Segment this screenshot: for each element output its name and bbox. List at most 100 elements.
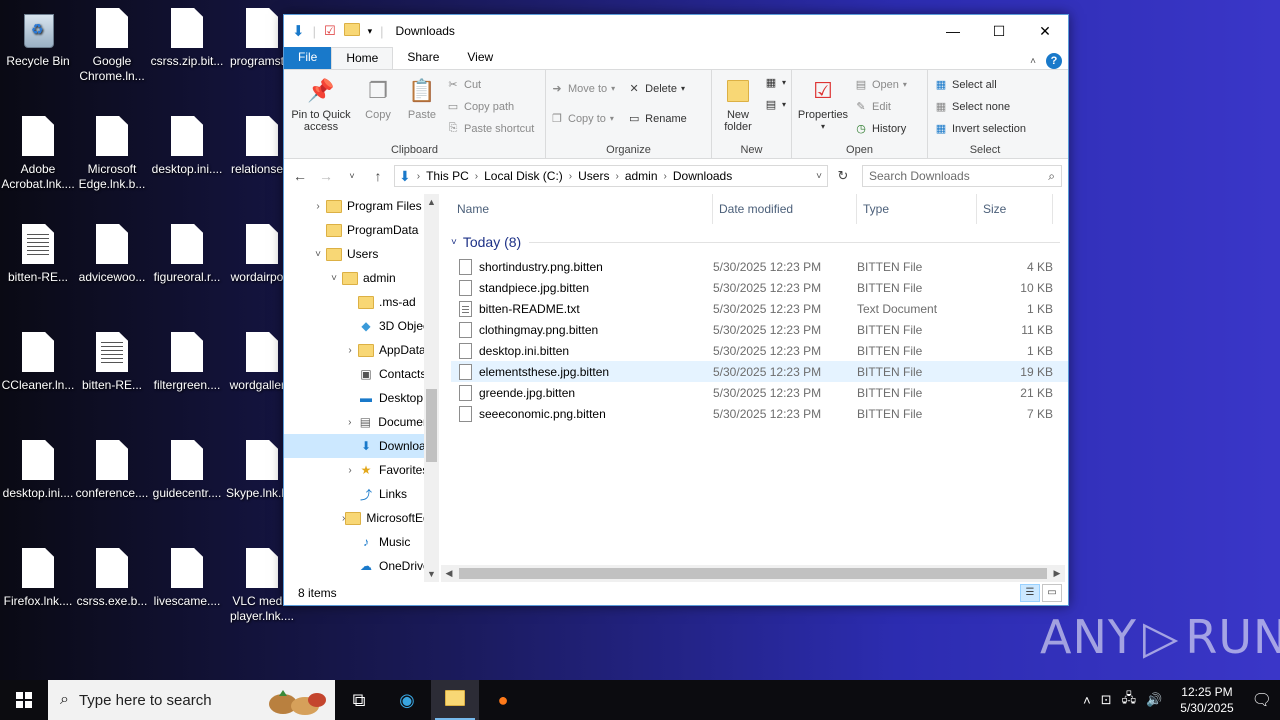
nav-item[interactable]: ◆ 3D Objects (284, 314, 439, 338)
desktop-icon[interactable]: Microsoft Edge.lnk.b... (74, 116, 150, 192)
file-row[interactable]: seeeconomic.png.bitten 5/30/2025 12:23 PM… (451, 403, 1068, 424)
tab-file[interactable]: File (284, 47, 332, 69)
nav-item[interactable]: ˅ Users (284, 242, 439, 266)
desktop-icon[interactable]: CCleaner.ln... (0, 332, 76, 393)
nav-item[interactable]: › AppData (284, 338, 439, 362)
address-dropdown-icon[interactable]: ˅ (811, 171, 827, 182)
column-type[interactable]: Type (857, 194, 977, 224)
new-folder-qat-icon[interactable] (343, 23, 360, 39)
desktop-icon[interactable]: figureoral.r... (149, 224, 225, 285)
edge-taskbar-button[interactable]: ◉ (383, 680, 431, 720)
desktop-icon[interactable]: conference.... (74, 440, 150, 501)
firefox-taskbar-button[interactable]: ● (479, 680, 527, 720)
tab-home[interactable]: Home (331, 47, 394, 69)
network-icon[interactable]: 🖧 (1122, 689, 1137, 711)
start-button[interactable] (0, 680, 48, 720)
nav-item[interactable]: ˅ admin (284, 266, 439, 290)
breadcrumb-separator-icon[interactable]: › (664, 171, 667, 182)
new-folder-button[interactable]: New folder (716, 74, 760, 142)
expand-chevron-icon[interactable]: ˅ (326, 273, 342, 284)
nav-item[interactable]: ▬ Desktop (284, 386, 439, 410)
expand-chevron-icon[interactable]: › (342, 417, 358, 428)
breadcrumb-separator-icon[interactable]: › (615, 171, 618, 182)
tab-share[interactable]: Share (393, 47, 453, 69)
breadcrumb-separator-icon[interactable]: › (569, 171, 572, 182)
edit-button[interactable]: ✎ Edit (854, 98, 907, 115)
file-row[interactable]: elementsthese.jpg.bitten 5/30/2025 12:23 … (451, 361, 1068, 382)
copy-path-button[interactable]: ▭ Copy path (446, 98, 534, 115)
recent-locations-button[interactable]: ˅ (342, 171, 362, 181)
nav-item[interactable]: ⤴ Links (284, 482, 439, 506)
nav-item[interactable]: › ★ Favorites (284, 458, 439, 482)
task-view-button[interactable]: ⧉ (335, 680, 383, 720)
group-header-today[interactable]: ˅ Today (8) (451, 228, 1068, 256)
nav-scrollbar[interactable]: ▲ ▼ (424, 194, 439, 582)
taskbar-search[interactable]: ⌕ Type here to search (48, 680, 335, 720)
new-item-button[interactable]: ▦ ▾ (764, 74, 786, 91)
file-row[interactable]: standpiece.jpg.bitten 5/30/2025 12:23 PM B… (451, 277, 1068, 298)
nav-scroll-thumb[interactable] (426, 389, 437, 462)
search-box[interactable]: Search Downloads ⌕ (862, 165, 1062, 187)
nav-item[interactable]: .ms-ad (284, 290, 439, 314)
breadcrumb-item[interactable]: Downloads (673, 169, 732, 183)
desktop-icon[interactable]: Google Chrome.ln... (74, 8, 150, 84)
desktop-icon[interactable]: desktop.ini.... (0, 440, 76, 501)
history-button[interactable]: ◷ History (854, 120, 907, 137)
large-icons-view-button[interactable]: ▭ (1042, 584, 1062, 602)
cut-button[interactable]: ✂ Cut (446, 76, 534, 93)
select-all-button[interactable]: ▦ Select all (934, 76, 1026, 93)
open-button[interactable]: ▤ Open ▾ (854, 76, 907, 93)
desktop-icon[interactable]: csrss.exe.b... (74, 548, 150, 609)
desktop-icon[interactable]: bitten-RE... (74, 332, 150, 393)
refresh-button[interactable]: ↻ (834, 168, 852, 184)
move-to-button[interactable]: ➜ Move to ▾ (550, 80, 615, 97)
collapse-ribbon-icon[interactable]: ˄ (1030, 56, 1036, 67)
scroll-up-icon[interactable]: ▲ (424, 194, 439, 210)
desktop-icon[interactable]: csrss.zip.bit... (149, 8, 225, 69)
paste-shortcut-button[interactable]: ⎘ Paste shortcut (446, 120, 535, 137)
nav-item[interactable]: ☁ OneDrive (284, 554, 439, 578)
column-size[interactable]: Size (977, 194, 1053, 224)
invert-selection-button[interactable]: ▦ Invert selection (934, 120, 1026, 137)
volume-icon[interactable]: 🔊 (1146, 692, 1162, 708)
tab-view[interactable]: View (453, 47, 507, 69)
up-button[interactable]: ↑ (368, 168, 388, 184)
desktop-icon[interactable]: guidecentr.... (149, 440, 225, 501)
forward-button[interactable]: → (316, 168, 336, 184)
desktop-icon[interactable]: livescame.... (149, 548, 225, 609)
scroll-left-icon[interactable]: ◀ (441, 565, 457, 582)
breadcrumb-item[interactable]: Local Disk (C:) (484, 169, 563, 183)
device-icon[interactable]: ⊡ (1101, 692, 1112, 708)
breadcrumb-item[interactable]: admin (625, 169, 658, 183)
desktop-icon[interactable]: filtergreen.... (149, 332, 225, 393)
properties-button[interactable]: ☑ Properties ▾ (796, 74, 850, 142)
horizontal-scrollbar[interactable]: ◀ ▶ (441, 565, 1065, 582)
minimize-button[interactable]: — (930, 16, 976, 46)
breadcrumb-item[interactable]: Users (578, 169, 609, 183)
nav-item[interactable]: › Program Files (284, 194, 439, 218)
scroll-down-icon[interactable]: ▼ (424, 566, 439, 582)
nav-item[interactable]: ⬇ Downloads (284, 434, 439, 458)
nav-item[interactable]: ♪ Music (284, 530, 439, 554)
nav-item[interactable]: ▣ Contacts (284, 362, 439, 386)
horizontal-scroll-thumb[interactable] (459, 568, 1047, 579)
expand-chevron-icon[interactable]: › (342, 345, 358, 356)
details-view-button[interactable]: ☰ (1020, 584, 1040, 602)
copy-button[interactable]: ❐ Copy (358, 74, 398, 142)
paste-button[interactable]: 📋 Paste (402, 74, 442, 142)
nav-item[interactable]: ProgramData (284, 218, 439, 242)
breadcrumb-separator-icon[interactable]: › (475, 171, 478, 182)
file-explorer-taskbar-button[interactable] (431, 680, 479, 720)
expand-chevron-icon[interactable]: › (310, 201, 326, 212)
copy-to-button[interactable]: ❐ Copy to ▾ (550, 110, 615, 127)
file-row[interactable]: clothingmay.png.bitten 5/30/2025 12:23 PM… (451, 319, 1068, 340)
clock[interactable]: 12:25 PM 5/30/2025 (1172, 684, 1241, 716)
easy-access-button[interactable]: ▤ ▾ (764, 96, 786, 113)
file-row[interactable]: desktop.ini.bitten 5/30/2025 12:23 PM BITT… (451, 340, 1068, 361)
desktop-icon[interactable]: bitten-RE... (0, 224, 76, 285)
show-hidden-icons-icon[interactable]: ˄ (1083, 693, 1091, 708)
maximize-button[interactable]: ☐ (976, 16, 1022, 46)
scroll-right-icon[interactable]: ▶ (1049, 565, 1065, 582)
desktop-icon[interactable]: Firefox.lnk.... (0, 548, 76, 609)
desktop-icon[interactable]: desktop.ini.... (149, 116, 225, 177)
